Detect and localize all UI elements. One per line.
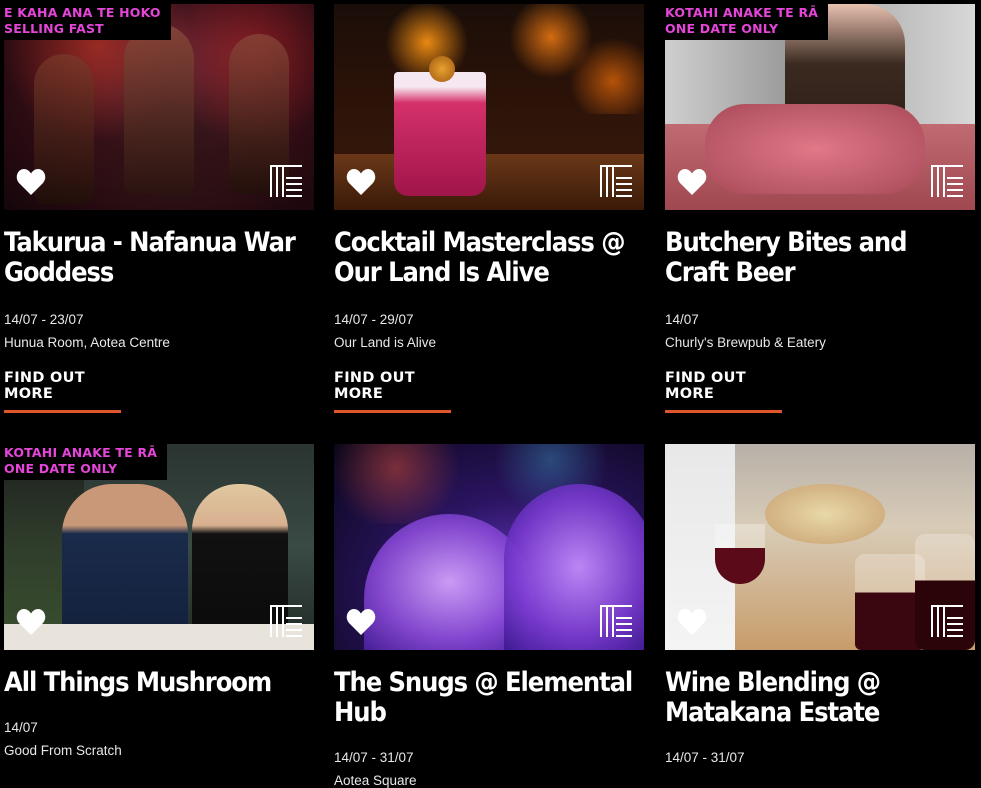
status-badge: E KAHA ANA TE HOKO SELLING FAST [4, 4, 171, 40]
event-date: 14/07 - 31/07 [334, 750, 414, 765]
heart-icon[interactable] [677, 168, 707, 196]
event-image-wine[interactable] [665, 444, 975, 650]
event-venue: Aotea Square [334, 773, 417, 788]
heart-icon[interactable] [677, 608, 707, 636]
heart-icon[interactable] [16, 608, 46, 636]
event-image-cocktail[interactable] [334, 4, 644, 210]
event-title[interactable]: The Snugs @ Elemental Hub [334, 668, 645, 728]
event-card[interactable]: Cocktail Masterclass @ Our Land Is Alive… [334, 4, 644, 413]
event-title[interactable]: Wine Blending @ Matakana Estate [665, 668, 976, 728]
event-card[interactable]: KOTAHI ANAKE TE RĀ ONE DATE ONLY Butchery… [665, 4, 975, 413]
event-venue: Hunua Room, Aotea Centre [4, 335, 170, 350]
heart-icon[interactable] [346, 168, 376, 196]
event-card[interactable]: The Snugs @ Elemental Hub 14/07 - 31/07 … [334, 444, 644, 788]
event-date: 14/07 - 31/07 [665, 750, 745, 765]
grid-lines-icon [270, 605, 302, 637]
event-venue: Our Land is Alive [334, 335, 437, 350]
event-image-mushroom[interactable]: KOTAHI ANAKE TE RĀ ONE DATE ONLY [4, 444, 314, 650]
event-date: 14/07 [665, 312, 699, 327]
event-image-snugs[interactable] [334, 444, 644, 650]
event-date: 14/07 - 29/07 [334, 312, 414, 327]
event-title[interactable]: All Things Mushroom [4, 668, 315, 698]
heart-icon[interactable] [16, 168, 46, 196]
event-image-dance[interactable]: E KAHA ANA TE HOKO SELLING FAST [4, 4, 314, 210]
find-out-more-link[interactable]: FIND OUT MORE [4, 370, 121, 413]
status-badge: KOTAHI ANAKE TE RĀ ONE DATE ONLY [4, 444, 168, 480]
event-image-butchery[interactable]: KOTAHI ANAKE TE RĀ ONE DATE ONLY [665, 4, 975, 210]
grid-lines-icon [270, 165, 302, 197]
event-date: 14/07 - 23/07 [4, 312, 84, 327]
event-card[interactable]: KOTAHI ANAKE TE RĀ ONE DATE ONLY All Thin… [4, 444, 314, 758]
grid-lines-icon [931, 605, 963, 637]
event-card[interactable]: Wine Blending @ Matakana Estate 14/07 - … [665, 444, 975, 765]
event-venue: Good From Scratch [4, 743, 122, 758]
event-title[interactable]: Cocktail Masterclass @ Our Land Is Alive [334, 228, 645, 288]
find-out-more-link[interactable]: FIND OUT MORE [665, 370, 782, 413]
status-badge: KOTAHI ANAKE TE RĀ ONE DATE ONLY [665, 4, 829, 40]
grid-lines-icon [600, 165, 632, 197]
event-date: 14/07 [4, 720, 38, 735]
grid-lines-icon [600, 605, 632, 637]
heart-icon[interactable] [346, 608, 376, 636]
grid-lines-icon [931, 165, 963, 197]
event-title[interactable]: Takurua - Nafanua War Goddess [4, 228, 315, 288]
event-card[interactable]: E KAHA ANA TE HOKO SELLING FAST Takurua -… [4, 4, 314, 413]
find-out-more-link[interactable]: FIND OUT MORE [334, 370, 451, 413]
event-title[interactable]: Butchery Bites and Craft Beer [665, 228, 976, 288]
event-venue: Churly's Brewpub & Eatery [665, 335, 826, 350]
